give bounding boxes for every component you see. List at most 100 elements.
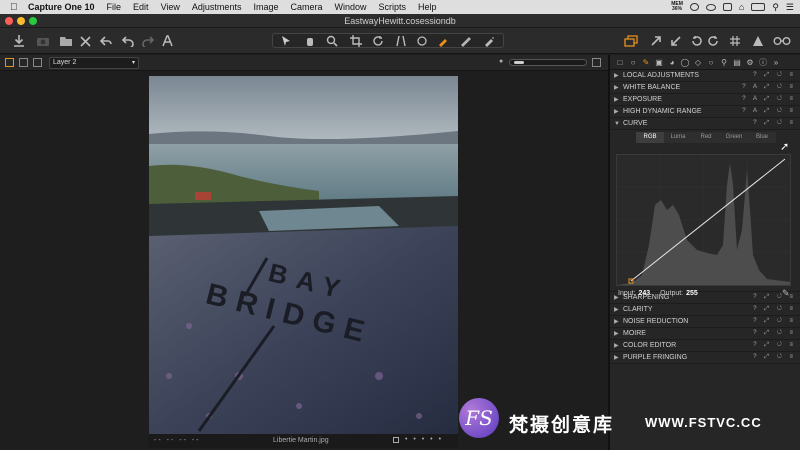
adjustments-tab-icon[interactable]: ◇ [693, 58, 703, 67]
redo-icon[interactable] [140, 32, 156, 50]
color-tag-icon[interactable] [393, 437, 399, 443]
reset-icon[interactable] [98, 32, 114, 50]
camera-tab-icon[interactable]: ▣ [654, 58, 664, 67]
expand-arrow-icon[interactable]: ▶ [614, 84, 623, 91]
app-menu[interactable]: Capture One 10 [28, 0, 95, 14]
pan-tool-icon[interactable] [300, 32, 320, 50]
brush-tool-icon[interactable] [433, 32, 453, 50]
tool-high-dynamic-range[interactable]: ▶ HIGH DYNAMIC RANGE? A ⤢ ↺ ≡ [610, 106, 800, 118]
select-cursor-icon[interactable] [276, 32, 296, 50]
tool-exposure[interactable]: ▶ EXPOSURE? A ⤢ ↺ ≡ [610, 94, 800, 106]
undo-icon[interactable] [120, 32, 136, 50]
tool-controls[interactable]: ? ⤢ ↺ ≡ [753, 318, 796, 325]
menu-window[interactable]: Window [334, 0, 366, 14]
expand-arrow-icon[interactable]: ▶ [614, 354, 623, 361]
metadata-tab-icon[interactable]: ⚲ [719, 58, 729, 67]
compare-view-icon[interactable] [33, 58, 42, 67]
expand-tabs-icon[interactable]: » [771, 58, 781, 67]
expand-arrow-icon[interactable]: ▶ [614, 342, 623, 349]
layer-selector[interactable]: Layer 2 ▾ [49, 57, 139, 69]
zoom-fit-icon[interactable] [592, 58, 601, 67]
eye-icon[interactable] [705, 3, 716, 11]
move-back-icon[interactable] [668, 32, 684, 50]
delete-icon[interactable] [78, 32, 92, 50]
wifi-icon[interactable]: ⌂ [739, 2, 744, 12]
local-adjustments-tab-icon[interactable]: ○ [706, 58, 716, 67]
tool-purple-fringing[interactable]: ▶ PURPLE FRINGING? ⤢ ↺ ≡ [610, 352, 800, 364]
batch-tab-icon[interactable]: ⚙ [745, 58, 755, 67]
capture-tab-icon[interactable]: ○ [628, 58, 638, 67]
keystone-tool-icon[interactable] [391, 32, 411, 50]
menu-file[interactable]: File [107, 0, 122, 14]
menu-scripts[interactable]: Scripts [379, 0, 407, 14]
camera-icon[interactable] [35, 32, 51, 50]
channel-tab-red[interactable]: Red [692, 132, 720, 143]
color-picker-icon[interactable] [456, 32, 476, 50]
user-icon[interactable]: ● [499, 58, 503, 65]
tool-controls[interactable]: ? A ⤢ ↺ ≡ [742, 108, 796, 115]
warning-icon[interactable] [750, 32, 766, 50]
rotate-left-icon[interactable] [688, 32, 704, 50]
lens-tab-icon[interactable]: ◕ [667, 58, 677, 67]
menu-image[interactable]: Image [253, 0, 278, 14]
photo-preview[interactable]: BAY BRIDGE [149, 76, 458, 436]
tool-curve[interactable]: ▼ CURVE? ⤢ ↺ ≡ [610, 118, 800, 130]
tool-local-adjustments[interactable]: ▶ LOCAL ADJUSTMENTS? ⤢ ↺ ≡ [610, 70, 800, 82]
grid-icon[interactable] [727, 32, 743, 50]
tool-controls[interactable]: ? ⤢ ↺ ≡ [753, 342, 796, 349]
rating-dashes[interactable]: -- -- -- -- [154, 437, 200, 444]
single-view-icon[interactable] [19, 58, 28, 67]
airplay-icon[interactable] [722, 3, 732, 11]
tool-controls[interactable]: ? ⤢ ↺ ≡ [753, 72, 796, 79]
tool-controls[interactable]: ? A ⤢ ↺ ≡ [742, 84, 796, 91]
channel-tab-blue[interactable]: Blue [748, 132, 776, 143]
text-tool-icon[interactable] [160, 32, 176, 50]
channel-tab-rgb[interactable]: RGB [636, 132, 664, 143]
tool-clarity[interactable]: ▶ CLARITY? ⤢ ↺ ≡ [610, 304, 800, 316]
import-icon[interactable] [11, 32, 27, 50]
expand-arrow-icon[interactable]: ▶ [614, 306, 623, 313]
battery-icon[interactable] [751, 3, 766, 11]
rotate-tool-icon[interactable] [368, 32, 388, 50]
expand-arrow-icon[interactable]: ▶ [614, 72, 623, 79]
menu-adjustments[interactable]: Adjustments [192, 0, 242, 14]
proof-glasses-icon[interactable] [771, 32, 793, 50]
folder-icon[interactable] [58, 32, 74, 50]
expand-arrow-icon[interactable]: ▶ [614, 318, 623, 325]
tool-sharpening[interactable]: ▶ SHARPENING? ⤢ ↺ ≡ [610, 292, 800, 304]
crop-tool-icon[interactable] [346, 32, 366, 50]
tool-controls[interactable]: ? ⤢ ↺ ≡ [753, 354, 796, 361]
curve-graph[interactable] [616, 154, 791, 286]
tool-controls[interactable]: ? ⤢ ↺ ≡ [753, 294, 796, 301]
tool-white-balance[interactable]: ▶ WHITE BALANCE? A ⤢ ↺ ≡ [610, 82, 800, 94]
menu-view[interactable]: View [161, 0, 180, 14]
expand-arrow-icon[interactable]: ▶ [614, 96, 623, 103]
tool-controls[interactable]: ? A ⤢ ↺ ≡ [742, 96, 796, 103]
annotation-tool-icon[interactable] [479, 32, 499, 50]
channel-tab-green[interactable]: Green [720, 132, 748, 143]
expand-arrow-icon[interactable]: ▶ [614, 330, 623, 337]
collapse-arrow-icon[interactable]: ▼ [614, 121, 623, 127]
tool-controls[interactable]: ? ⤢ ↺ ≡ [753, 120, 796, 127]
output-tab-icon[interactable]: ▤ [732, 58, 742, 67]
menu-edit[interactable]: Edit [133, 0, 149, 14]
creative-cloud-icon[interactable] [689, 3, 699, 11]
multi-view-icon[interactable] [5, 58, 14, 67]
color-tab-icon[interactable]: ✎ [641, 58, 651, 67]
search-icon[interactable]: ⚲ [772, 2, 779, 13]
apple-menu-icon[interactable]:  [10, 2, 24, 13]
expand-arrow-icon[interactable]: ▶ [614, 294, 623, 301]
tool-moire[interactable]: ▶ MOIRE? ⤢ ↺ ≡ [610, 328, 800, 340]
zoom-tool-icon[interactable] [322, 32, 342, 50]
expand-arrow-icon[interactable]: ▶ [614, 108, 623, 115]
channel-tab-luma[interactable]: Luma [664, 132, 692, 143]
tool-controls[interactable]: ? ⤢ ↺ ≡ [753, 306, 796, 313]
tool-controls[interactable]: ? ⤢ ↺ ≡ [753, 330, 796, 337]
move-to-folder-icon[interactable] [648, 32, 664, 50]
spot-removal-icon[interactable] [412, 32, 432, 50]
menu-camera[interactable]: Camera [290, 0, 322, 14]
memory-indicator[interactable]: MEM 36% [671, 2, 683, 12]
notification-center-icon[interactable]: ☰ [786, 2, 794, 13]
details-tab-icon[interactable]: ◯ [680, 58, 690, 67]
zoom-slider-knob[interactable] [514, 61, 524, 64]
